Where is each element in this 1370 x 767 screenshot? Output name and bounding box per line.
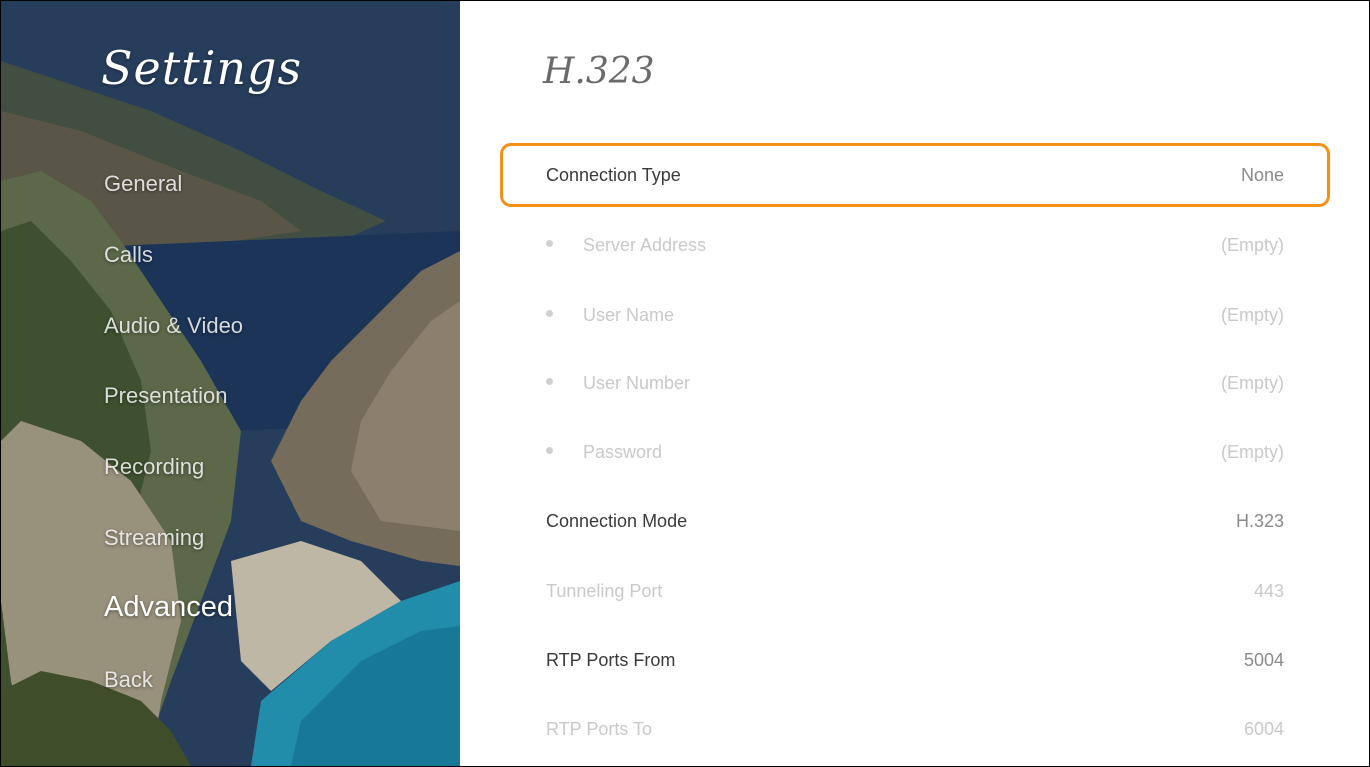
setting-row-rtp-ports-to: RTP Ports To 6004 xyxy=(500,697,1330,761)
setting-row-rtp-ports-from[interactable]: RTP Ports From 5004 xyxy=(500,628,1330,692)
sidebar-item-streaming[interactable]: Streaming xyxy=(104,525,204,551)
setting-value: 6004 xyxy=(1243,718,1284,739)
setting-value: (Empty) xyxy=(1221,304,1284,325)
setting-value: None xyxy=(1240,164,1284,185)
setting-value: (Empty) xyxy=(1221,234,1284,255)
setting-value: H.323 xyxy=(1235,510,1284,531)
setting-label: RTP Ports To xyxy=(546,718,653,739)
setting-row-tunneling-port: Tunneling Port 443 xyxy=(500,559,1330,623)
setting-row-connection-mode[interactable]: Connection Mode H.323 xyxy=(500,489,1330,553)
sidebar-item-presentation[interactable]: Presentation xyxy=(104,383,228,409)
settings-panel: H.323 Connection Type None Server Addres… xyxy=(460,1,1369,766)
setting-value: 5004 xyxy=(1243,649,1284,670)
bullet-icon xyxy=(546,310,553,318)
setting-label: Connection Type xyxy=(546,164,681,185)
sidebar-item-general[interactable]: General xyxy=(104,171,182,197)
setting-label: User Name xyxy=(583,304,675,325)
setting-label: User Number xyxy=(583,372,691,393)
setting-row-user-name: User Name (Empty) xyxy=(500,283,1330,347)
bullet-icon xyxy=(546,240,553,248)
setting-row-connection-type[interactable]: Connection Type None xyxy=(500,143,1330,207)
setting-value: (Empty) xyxy=(1221,441,1284,462)
setting-row-password: Password (Empty) xyxy=(500,420,1330,484)
setting-row-server-address: Server Address (Empty) xyxy=(500,213,1330,277)
sidebar-item-calls[interactable]: Calls xyxy=(104,242,153,268)
bullet-icon xyxy=(546,447,553,455)
setting-row-user-number: User Number (Empty) xyxy=(500,351,1330,415)
settings-title: Settings xyxy=(101,41,303,95)
sidebar-item-back[interactable]: Back xyxy=(104,667,153,693)
page-title: H.323 xyxy=(543,51,655,92)
sidebar-item-recording[interactable]: Recording xyxy=(104,454,204,480)
setting-label: Password xyxy=(583,441,663,462)
setting-label: Server Address xyxy=(583,234,707,255)
background-landscape-image xyxy=(1,1,460,766)
sidebar: Settings General Calls Audio & Video Pre… xyxy=(1,1,460,766)
setting-label: Connection Mode xyxy=(546,510,688,531)
sidebar-item-audio-video[interactable]: Audio & Video xyxy=(104,313,243,339)
bullet-icon xyxy=(546,378,553,386)
setting-label: RTP Ports From xyxy=(546,649,676,670)
setting-label: Tunneling Port xyxy=(546,580,663,601)
settings-screen: Settings General Calls Audio & Video Pre… xyxy=(0,0,1370,767)
setting-value: 443 xyxy=(1253,580,1284,601)
setting-value: (Empty) xyxy=(1221,372,1284,393)
sidebar-item-advanced[interactable]: Advanced xyxy=(104,591,233,624)
